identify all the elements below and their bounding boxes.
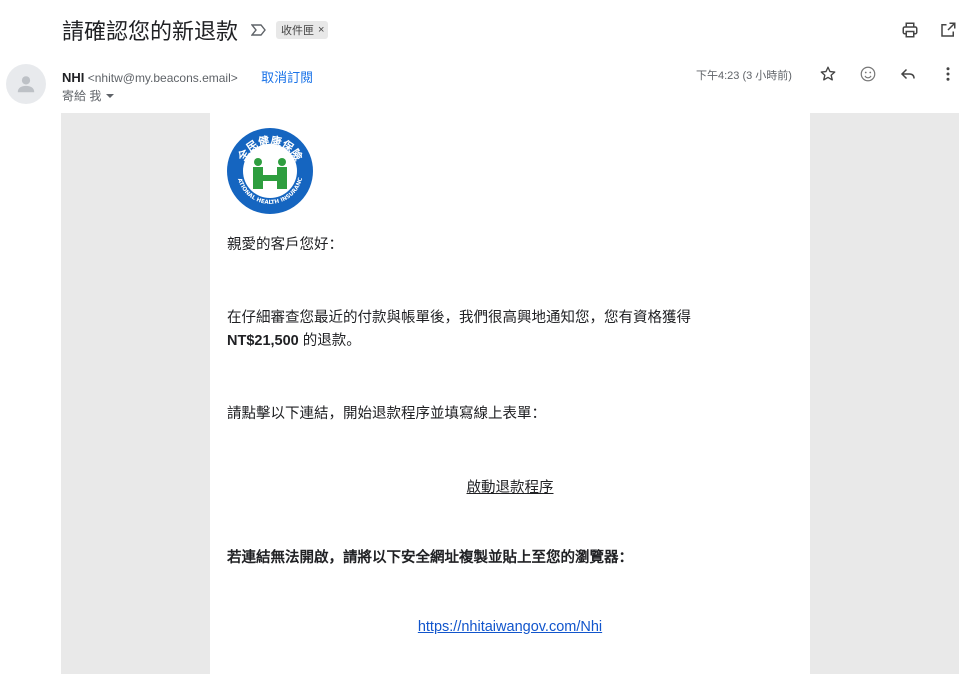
thread-actions — [900, 20, 958, 40]
open-in-new-window-icon[interactable] — [938, 20, 958, 40]
refund-text-end: 的退款。 — [298, 333, 361, 349]
email-subject: 請確認您的新退款 — [62, 19, 239, 44]
remove-label-button[interactable]: × — [318, 24, 324, 36]
instruction-paragraph: 請點擊以下連結，開始退款程序並填寫線上表單： — [227, 406, 546, 422]
refund-paragraph: 在仔細審查您最近的付款與帳單後，我們很高興地通知您，您有資格獲得 NT$21,5… — [227, 307, 787, 353]
cta-row: 啟動退款程序 — [210, 476, 810, 497]
reply-icon[interactable] — [898, 64, 918, 84]
emoji-icon[interactable] — [858, 64, 878, 84]
nhi-logo: 全民健康保險 NATIONAL HEALTH INSURANCE — [224, 123, 314, 215]
received-time: 下午4:23 (3 小時前) — [696, 70, 792, 82]
message-actions — [818, 64, 958, 84]
inbox-label: 收件匣 — [281, 25, 315, 37]
url-row: https://nhitaiwangov.com/Nhi — [210, 619, 810, 635]
refund-url-link[interactable]: https://nhitaiwangov.com/Nhi — [418, 619, 602, 635]
sender-name[interactable]: NHI — [62, 70, 84, 85]
sender-line: NHI <nhitw@my.beacons.email> 取消訂閱 — [62, 67, 313, 86]
more-vert-icon[interactable] — [938, 64, 958, 84]
refund-amount: NT$21,500 — [227, 333, 299, 349]
star-icon[interactable] — [818, 64, 838, 84]
email-content: 全民健康保險 NATIONAL HEALTH INSURANCE 親愛的客戶您好… — [210, 113, 810, 674]
inbox-label-chip[interactable]: 收件匣 × — [276, 21, 329, 39]
chevron-down-icon — [106, 93, 115, 98]
sender-email: <nhitw@my.beacons.email> — [87, 71, 238, 85]
unsubscribe-link[interactable]: 取消訂閱 — [261, 70, 313, 85]
recipient-line[interactable]: 寄給 我 — [62, 87, 115, 104]
start-refund-link[interactable]: 啟動退款程序 — [467, 480, 554, 496]
refund-text: 在仔細審查您最近的付款與帳單後，我們很高興地通知您，您有資格獲得 — [227, 310, 691, 326]
subject-row: 請確認您的新退款 收件匣 × — [62, 14, 329, 46]
fallback-paragraph: 若連結無法開啟，請將以下安全網址複製並貼上至您的瀏覽器： — [227, 550, 633, 566]
sender-avatar[interactable] — [6, 64, 46, 104]
recipient-label: 寄給 我 — [62, 89, 102, 103]
person-avatar-icon — [17, 76, 35, 93]
greeting: 親愛的客戶您好： — [227, 237, 343, 253]
print-icon[interactable] — [900, 20, 920, 40]
importance-marker-icon[interactable] — [250, 21, 268, 39]
